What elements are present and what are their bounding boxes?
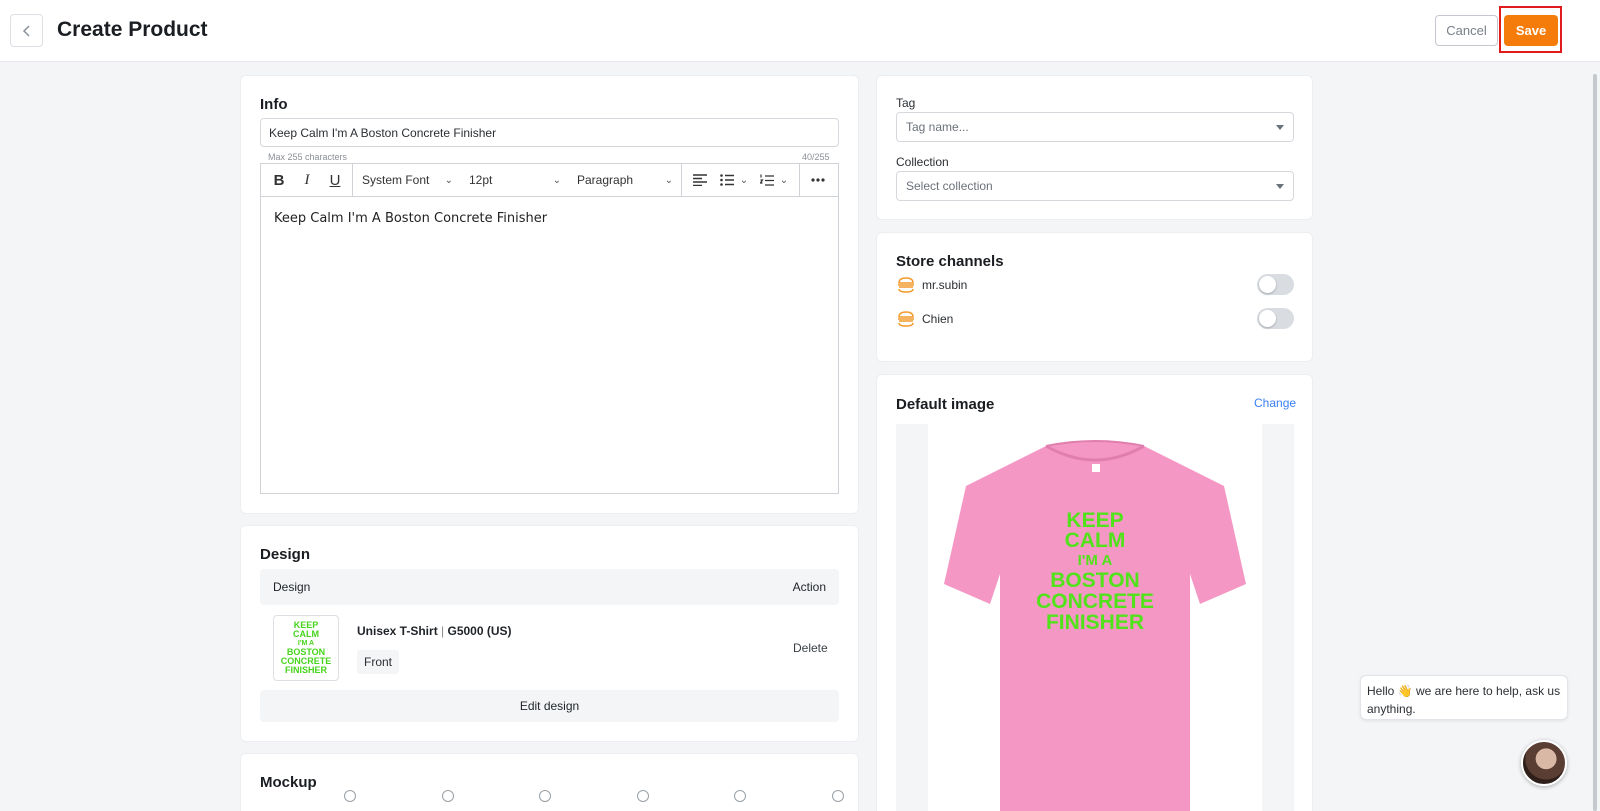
design-product-name: Unisex T-Shirt | G5000 (US) [357,624,512,638]
mockup-radio[interactable] [344,790,356,802]
description-text[interactable]: Keep Calm I'm A Boston Concrete Finisher [274,211,547,226]
chevron-left-icon [22,24,30,37]
block-format-value: Paragraph [577,173,634,187]
cancel-button[interactable]: Cancel [1435,15,1498,46]
product-name-input[interactable]: Keep Calm I'm A Boston Concrete Finisher [260,118,839,147]
top-bar: Create Product Cancel Save [0,0,1600,62]
italic-button[interactable]: I [293,164,321,197]
product-separator: | [437,624,448,638]
save-button[interactable]: Save [1504,15,1558,46]
design-thumbnail[interactable]: KEEP CALM I'M A BOSTON CONCRETE FINISHER [273,615,339,681]
underline-button[interactable]: U [321,164,349,197]
bold-button[interactable]: B [265,164,293,197]
collection-placeholder: Select collection [906,179,993,193]
shirt-print-line: I'M A [1077,552,1113,569]
default-image-frame[interactable]: KEEP CALM I'M A BOSTON CONCRETE FINISHER [896,424,1294,811]
default-image: KEEP CALM I'M A BOSTON CONCRETE FINISHER [928,424,1262,811]
block-format-select[interactable]: Paragraph ⌄ [569,163,682,197]
max-characters-note: Max 255 characters [268,152,348,162]
chevron-down-icon: ⌄ [444,174,453,186]
chat-greeting: Hello [1367,684,1395,698]
character-count: 40/255 [802,152,830,162]
chevron-down-icon: ⌄ [739,174,749,186]
store-channel-toggle[interactable] [1257,308,1294,329]
font-size-value: 12pt [469,173,493,187]
font-size-select[interactable]: 12pt ⌄ [461,164,569,197]
collection-select[interactable]: Select collection [896,171,1294,201]
mockup-radio[interactable] [442,790,454,802]
shirt-print-line: CALM [1064,529,1126,552]
store-icon [898,311,914,327]
store-channel-row: Chien [896,307,1294,331]
mockup-title: Mockup [260,774,317,791]
toggle-knob [1259,310,1276,327]
mockup-radio[interactable] [637,790,649,802]
bullet-list-button[interactable]: ⌄ [714,164,754,197]
wave-icon: 👋 [1397,684,1413,698]
design-side-badge: Front [357,650,400,674]
description-editor: B I U System Font ⌄ 12pt ⌄ Paragraph ⌄ ⌄ [260,163,839,494]
chat-avatar[interactable] [1521,740,1567,786]
default-image-title: Default image [896,396,995,413]
font-family-select[interactable]: System Font ⌄ [353,164,461,197]
tag-select[interactable]: Tag name... [896,112,1294,142]
numbered-list-button[interactable]: ⌄ [754,164,794,197]
thumb-line: FINISHER [284,665,327,675]
toggle-knob [1259,276,1276,293]
numbered-list-icon [759,174,774,186]
store-channels-card [876,232,1313,362]
caret-down-icon [1276,184,1284,189]
font-family-value: System Font [362,173,430,187]
design-table-header: Design Action [260,569,839,605]
store-channel-row: mr.subin [896,273,1294,297]
shirt-print-line: FINISHER [1045,611,1144,634]
chevron-down-icon: ⌄ [664,174,673,186]
store-icon [898,277,914,293]
bullet-list-icon [719,174,734,186]
back-button[interactable] [10,14,43,47]
column-design: Design [273,580,311,594]
chevron-down-icon: ⌄ [779,174,789,186]
align-left-icon [693,174,707,186]
mockup-card [240,753,859,811]
store-channel-name: mr.subin [922,278,968,292]
align-left-button[interactable] [686,164,714,197]
store-channel-name: Chien [922,312,954,326]
mockup-radio[interactable] [832,790,844,802]
page-title: Create Product [57,18,208,41]
caret-down-icon [1276,125,1284,130]
list-group: ⌄ ⌄ [682,163,800,197]
store-channel-toggle[interactable] [1257,274,1294,295]
product-type: Unisex T-Shirt [357,624,438,638]
format-group: B I U [261,163,353,197]
chevron-down-icon: ⌄ [552,174,561,186]
thumb-line: CALM [293,629,319,639]
product-code: G5000 (US) [447,624,512,638]
tag-placeholder: Tag name... [906,120,969,134]
column-action: Action [792,580,826,594]
change-image-link[interactable]: Change [1254,396,1296,410]
delete-design-button[interactable]: Delete [793,641,828,655]
design-title: Design [260,546,311,563]
chat-message: we are here to help, ask us anything. [1367,684,1561,716]
collection-label: Collection [896,155,949,169]
mockup-radio[interactable] [734,790,746,802]
mockup-radio[interactable] [539,790,551,802]
store-channels-title: Store channels [896,253,1004,270]
scrollbar-thumb[interactable] [1593,74,1597,811]
more-options-button[interactable] [800,164,836,197]
chat-bubble[interactable]: Hello 👋 we are here to help, ask us anyt… [1360,675,1568,720]
more-horizontal-icon [811,178,825,182]
editor-toolbar: B I U System Font ⌄ 12pt ⌄ Paragraph ⌄ ⌄ [261,163,838,197]
info-title: Info [260,96,288,113]
edit-design-button[interactable]: Edit design [260,690,839,722]
tag-label: Tag [896,96,916,110]
